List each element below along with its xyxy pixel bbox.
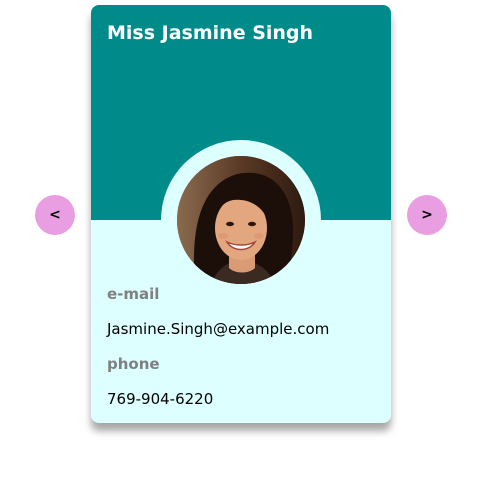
profile-name: Miss Jasmine Singh	[107, 22, 314, 44]
avatar	[177, 156, 305, 284]
carousel: < Miss Jasmine Singh e-mail Jasmine.Sing…	[0, 0, 488, 477]
previous-button[interactable]: <	[35, 195, 75, 235]
phone-label: phone	[107, 355, 160, 373]
phone-value: 769-904-6220	[107, 390, 214, 408]
email-value: Jasmine.Singh@example.com	[107, 320, 330, 338]
profile-card: Miss Jasmine Singh e-mail Jasmine.Singh@…	[91, 5, 391, 423]
next-button[interactable]: >	[407, 195, 447, 235]
email-label: e-mail	[107, 285, 160, 303]
avatar-frame	[161, 140, 321, 300]
avatar-photo	[177, 156, 305, 284]
